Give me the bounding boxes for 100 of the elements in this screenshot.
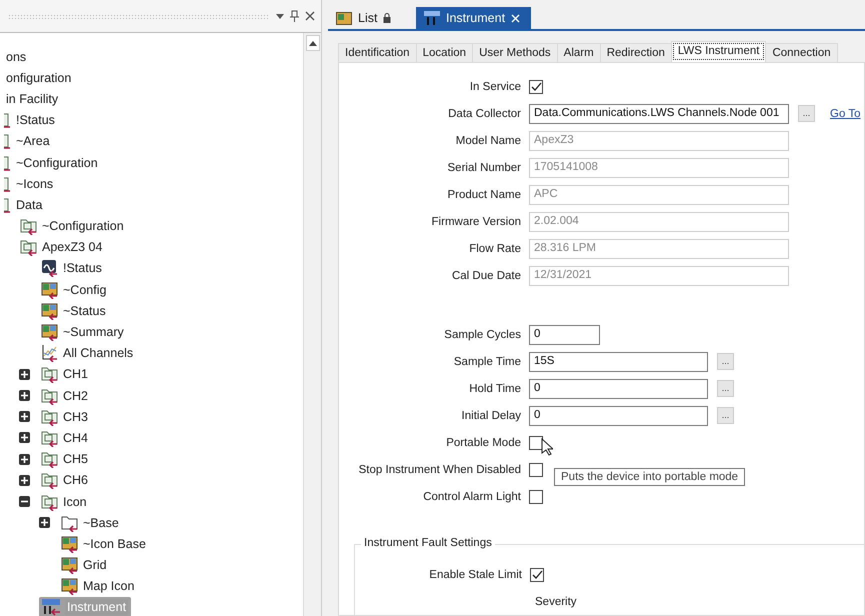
- field-label: Portable Mode: [446, 436, 521, 448]
- text-field[interactable]: 0: [529, 378, 708, 398]
- tree-item[interactable]: Icon: [39, 492, 92, 512]
- folder-icon: [4, 154, 12, 172]
- tree-item[interactable]: CH6: [39, 470, 94, 490]
- display-icon: [61, 577, 79, 596]
- property-tab[interactable]: Alarm: [556, 43, 601, 62]
- property-tab[interactable]: Location: [416, 43, 474, 62]
- go-to-link[interactable]: Go To: [830, 108, 860, 120]
- text-field[interactable]: 15S: [529, 352, 708, 372]
- instrument-icon: [424, 11, 440, 25]
- tree-item[interactable]: ~Config: [39, 280, 112, 300]
- field-label: Cal Due Date: [452, 270, 521, 282]
- tree-item[interactable]: Grid: [59, 555, 112, 576]
- tree-item[interactable]: Map Icon: [59, 576, 140, 596]
- tree-item[interactable]: All Channels: [39, 343, 138, 364]
- field-label: Sample Cycles: [444, 328, 521, 340]
- text-field[interactable]: 0: [529, 406, 708, 426]
- tree-item[interactable]: ~Configuration: [2, 152, 103, 173]
- folder-icon: [41, 450, 59, 468]
- display-icon: [41, 280, 59, 299]
- tree-item[interactable]: CH3: [39, 406, 94, 427]
- folder-icon: [41, 492, 59, 511]
- column-header: Severity: [535, 596, 578, 608]
- expand-icon[interactable]: [19, 454, 30, 465]
- property-tab[interactable]: LWS Instrument: [670, 41, 766, 62]
- folder-icon: [4, 111, 12, 130]
- checkbox[interactable]: [530, 568, 544, 582]
- folder-icon: [61, 514, 79, 532]
- cursor-icon: [541, 438, 553, 456]
- field-label: Flow Rate: [469, 242, 521, 254]
- collapse-icon[interactable]: [19, 496, 30, 508]
- browse-button[interactable]: ...: [798, 105, 815, 122]
- browse-button[interactable]: ...: [717, 407, 734, 424]
- display-icon: [41, 302, 59, 320]
- tree-item[interactable]: ~Area: [2, 131, 55, 152]
- checkbox[interactable]: [529, 462, 543, 476]
- tree-item[interactable]: in Facility: [2, 90, 64, 108]
- expand-icon[interactable]: [19, 390, 30, 402]
- checkbox[interactable]: [529, 436, 543, 450]
- pin-icon[interactable]: [290, 10, 299, 22]
- tree-item[interactable]: CH1: [39, 364, 94, 384]
- display-icon: [41, 323, 59, 342]
- document-tab[interactable]: List: [328, 7, 408, 29]
- tree-item[interactable]: !Status: [39, 258, 107, 278]
- field-label: Model Name: [456, 134, 521, 146]
- lock-icon: [383, 13, 392, 23]
- field-label: Enable Stale Limit: [429, 568, 522, 580]
- close-icon[interactable]: [305, 11, 315, 21]
- tree-item[interactable]: ~Configuration: [18, 216, 129, 236]
- display-icon: [61, 534, 79, 553]
- text-field[interactable]: 0: [529, 324, 600, 344]
- document-tab[interactable]: Instrument: [416, 7, 531, 29]
- folder-icon: [20, 238, 38, 256]
- tooltip: Puts the device into portable mode: [554, 468, 746, 486]
- tree-item[interactable]: CH2: [39, 386, 94, 406]
- group-title: Instrument Fault Settings: [361, 537, 495, 549]
- expand-icon[interactable]: [19, 411, 30, 422]
- field-label: Product Name: [447, 188, 521, 200]
- folder-icon: [4, 174, 12, 193]
- tree-item[interactable]: Data: [2, 194, 48, 215]
- folder-icon: [41, 471, 59, 490]
- tree-item[interactable]: !Status: [2, 110, 60, 130]
- tree-item[interactable]: ~Summary: [39, 322, 129, 342]
- folder-icon: [41, 408, 59, 426]
- tree-item[interactable]: ~Icons: [2, 174, 58, 194]
- expand-icon[interactable]: [19, 474, 30, 486]
- field-label: Serial Number: [448, 162, 521, 174]
- tree-item[interactable]: ApexZ3 04: [18, 237, 108, 258]
- property-tab[interactable]: Redirection: [600, 43, 672, 62]
- field-label: Data Collector: [448, 108, 521, 120]
- tree-item[interactable]: ~Base: [59, 512, 124, 533]
- line-chart-icon: [41, 344, 59, 362]
- browse-button[interactable]: ...: [717, 353, 734, 370]
- dropdown-icon[interactable]: [276, 14, 284, 18]
- property-tab[interactable]: Connection: [765, 43, 838, 62]
- folder-icon: [41, 386, 59, 405]
- display-icon: [336, 12, 352, 24]
- folder-icon: [20, 217, 38, 236]
- expand-icon[interactable]: [19, 368, 30, 380]
- folder-icon: [41, 428, 59, 447]
- field-label: Hold Time: [469, 382, 521, 394]
- scrollbar[interactable]: [303, 33, 321, 616]
- tree-item[interactable]: ~Icon Base: [59, 534, 151, 554]
- tree-item[interactable]: CH5: [39, 449, 94, 470]
- browse-button[interactable]: ...: [717, 380, 734, 397]
- text-field[interactable]: Data.Communications.LWS Channels.Node 001: [529, 104, 789, 124]
- scroll-up-icon[interactable]: [308, 40, 316, 46]
- expand-icon[interactable]: [19, 432, 30, 444]
- tree-item[interactable]: ons: [2, 48, 32, 66]
- property-tab[interactable]: Identification: [338, 43, 417, 62]
- property-tab[interactable]: User Methods: [472, 43, 558, 62]
- tree-item[interactable]: ~Status: [39, 300, 111, 321]
- tree-item[interactable]: CH4: [39, 428, 94, 448]
- instrument-icon: [41, 598, 63, 616]
- checkbox[interactable]: [529, 490, 543, 504]
- checkbox[interactable]: [529, 80, 543, 94]
- tree-item[interactable]: onfiguration: [2, 68, 76, 87]
- field-label: In Service: [470, 80, 521, 92]
- expand-icon[interactable]: [39, 517, 50, 528]
